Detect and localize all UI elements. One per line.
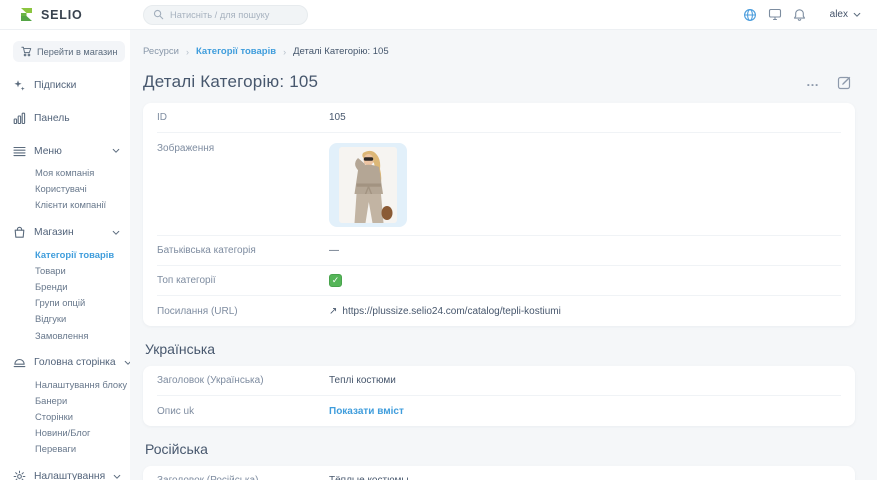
chevron-down-icon: [112, 148, 120, 154]
category-details-card: ID 105 Зображення: [143, 103, 855, 326]
row-label: Посилання (URL): [157, 306, 329, 317]
row-label: Зображення: [157, 143, 329, 154]
cart-icon: [21, 46, 32, 57]
sidebar-item-my-company[interactable]: Моя компанія: [35, 165, 124, 181]
breadcrumb-item-current: Деталі Категорію: 105: [293, 46, 389, 57]
sidebar-group-label: Головна сторінка: [34, 357, 116, 368]
external-link-icon: ↗: [329, 306, 337, 317]
sidebar-item-label: Панель: [34, 113, 70, 124]
sidebar: Перейти в магазин Підписки Панель: [0, 30, 130, 480]
sidebar-item-label: Підписки: [34, 80, 76, 91]
sidebar-item-block-settings[interactable]: Налаштування блоку: [35, 377, 124, 393]
sidebar-item-subscriptions[interactable]: Підписки: [13, 71, 124, 99]
table-row-url: Посилання (URL) ↗ https://plussize.selio…: [157, 296, 841, 326]
row-value: Тёплые костюмы: [329, 475, 409, 480]
user-menu[interactable]: alex: [830, 9, 861, 20]
shopping-bag-icon: [13, 226, 26, 239]
hamburger-icon: [13, 146, 26, 157]
selio-logo[interactable]: SELIO: [18, 6, 127, 23]
row-value: Теплі костюми: [329, 375, 396, 386]
language-globe-icon[interactable]: [743, 8, 757, 22]
section-heading-russian: Російська: [145, 441, 855, 457]
row-label: Топ категорії: [157, 275, 329, 286]
table-row-title-ru: Заголовок (Російська) Тёплые костюмы: [157, 466, 841, 480]
sidebar-item-product-categories[interactable]: Категорії товарів: [35, 247, 124, 263]
row-value: 105: [329, 112, 346, 123]
sidebar-item-banners[interactable]: Банери: [35, 393, 124, 409]
row-label: ID: [157, 112, 329, 123]
sidebar-item-company-clients[interactable]: Клієнти компанії: [35, 197, 124, 213]
sidebar-group-settings[interactable]: Налаштування: [13, 463, 124, 480]
search-input[interactable]: [170, 10, 298, 20]
table-row-title-uk: Заголовок (Українська) Теплі костюми: [157, 366, 841, 396]
global-search[interactable]: [143, 5, 308, 25]
show-content-link-uk[interactable]: Показати вміст: [329, 406, 404, 417]
breadcrumb-item-product-categories[interactable]: Категорії товарів: [196, 46, 276, 57]
table-row-parent-category: Батьківська категорія —: [157, 236, 841, 266]
sidebar-item-users[interactable]: Користувачі: [35, 181, 124, 197]
sidebar-group-menu[interactable]: Меню: [13, 137, 124, 165]
table-row-description-uk: Опис uk Показати вміст: [157, 396, 841, 426]
sidebar-item-go-to-shop[interactable]: Перейти в магазин: [13, 41, 125, 62]
more-options-button[interactable]: …: [806, 77, 820, 87]
sidebar-group-shop[interactable]: Магазин: [13, 219, 124, 247]
sidebar-group-label: Магазин: [34, 227, 74, 238]
sidebar-item-brands[interactable]: Бренди: [35, 279, 124, 295]
russian-section-card: Заголовок (Російська) Тёплые костюмы Опи…: [143, 466, 855, 480]
chevron-down-icon: [853, 12, 861, 18]
breadcrumb-separator: ›: [186, 47, 189, 57]
selio-logo-text: SELIO: [41, 8, 83, 22]
breadcrumb-separator: ›: [283, 47, 286, 57]
sidebar-item-reviews[interactable]: Відгуки: [35, 311, 124, 327]
bar-chart-icon: [13, 112, 26, 125]
sidebar-group-homepage[interactable]: Головна сторінка: [13, 349, 124, 377]
sidebar-item-label: Перейти в магазин: [37, 47, 117, 57]
search-icon: [153, 9, 164, 20]
table-row-id: ID 105: [157, 103, 841, 133]
chevron-down-icon: [113, 474, 121, 480]
sidebar-item-products[interactable]: Товари: [35, 263, 124, 279]
sidebar-item-dashboard[interactable]: Панель: [13, 104, 124, 132]
main-content: Ресурси › Категорії товарів › Деталі Кат…: [130, 30, 877, 480]
sparkles-icon: [13, 79, 26, 92]
chevron-down-icon: [112, 230, 120, 236]
notifications-bell-icon[interactable]: [793, 8, 806, 22]
dome-icon: [13, 356, 26, 369]
section-heading-ukrainian: Українська: [145, 341, 855, 357]
category-url-link[interactable]: https://plussize.selio24.com/catalog/tep…: [342, 306, 560, 317]
top-header: SELIO alex: [0, 0, 877, 30]
top-category-checkbox[interactable]: ✓: [329, 274, 342, 287]
page-title: Деталі Категорію: 105: [143, 72, 318, 92]
table-row-top-category: Топ категорії ✓: [157, 266, 841, 296]
sidebar-item-news-blog[interactable]: Новини/Блог: [35, 425, 124, 441]
user-name: alex: [830, 9, 848, 20]
sidebar-item-option-groups[interactable]: Групи опцій: [35, 295, 124, 311]
monitor-icon[interactable]: [768, 8, 782, 21]
row-label: Батьківська категорія: [157, 245, 329, 256]
selio-logo-icon: [18, 6, 35, 23]
sidebar-group-label: Меню: [34, 146, 62, 157]
row-label: Заголовок (Українська): [157, 375, 329, 386]
sidebar-group-label: Налаштування: [34, 471, 105, 480]
row-label: Заголовок (Російська): [157, 475, 329, 480]
breadcrumb-item-resources[interactable]: Ресурси: [143, 46, 179, 57]
gear-icon: [13, 470, 26, 480]
edit-button[interactable]: [837, 74, 853, 90]
table-row-image: Зображення: [157, 133, 841, 236]
row-label: Опис uk: [157, 406, 329, 417]
ukrainian-section-card: Заголовок (Українська) Теплі костюми Опи…: [143, 366, 855, 426]
sidebar-item-orders[interactable]: Замовлення: [35, 328, 124, 344]
row-value: —: [329, 245, 339, 256]
sidebar-item-pages[interactable]: Сторінки: [35, 409, 124, 425]
breadcrumb: Ресурси › Категорії товарів › Деталі Кат…: [143, 46, 855, 57]
category-image-thumbnail[interactable]: [329, 143, 407, 227]
sidebar-item-advantages[interactable]: Переваги: [35, 441, 124, 457]
